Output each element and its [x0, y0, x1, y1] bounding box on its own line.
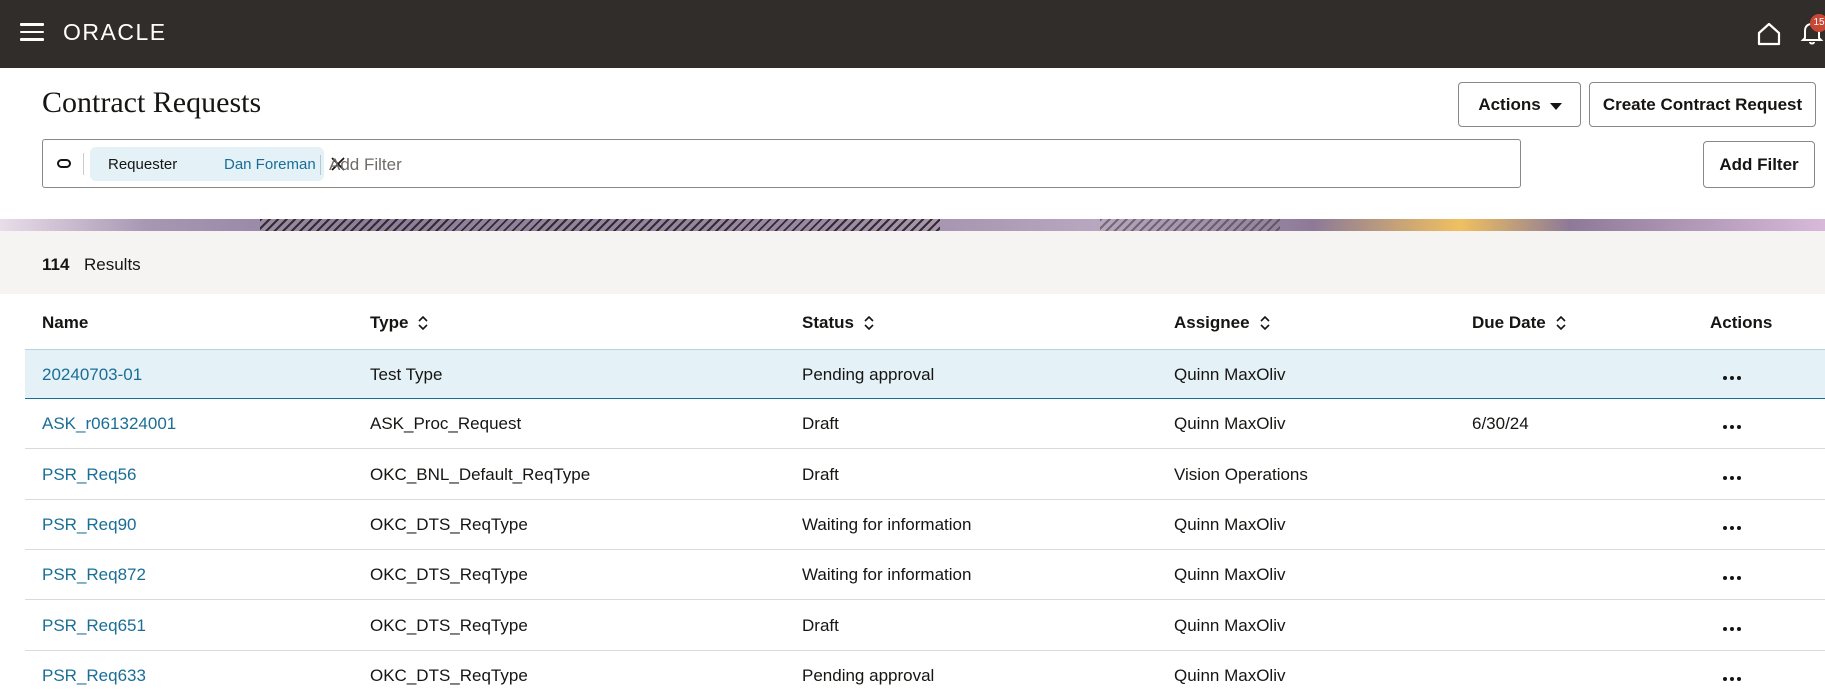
column-header-label: Assignee — [1174, 313, 1250, 332]
request-name-link[interactable]: PSR_Req872 — [42, 565, 146, 585]
status-cell: Draft — [802, 465, 839, 484]
more-actions-icon[interactable] — [1723, 567, 1745, 580]
due-date-cell: 6/30/24 — [1472, 414, 1529, 433]
page-title: Contract Requests — [42, 86, 262, 119]
request-name-link[interactable]: PSR_Req56 — [42, 465, 137, 485]
column-header-label: Actions — [1710, 313, 1773, 332]
filter-bar: Requester Dan Foreman — [42, 139, 1521, 188]
column-header-due-date[interactable]: Due Date — [1472, 313, 1566, 333]
more-actions-icon[interactable] — [1723, 467, 1745, 480]
status-cell: Draft — [802, 414, 839, 433]
type-cell: OKC_BNL_Default_ReqType — [370, 465, 591, 484]
actions-button-label: Actions — [1478, 94, 1541, 114]
table-row[interactable]: PSR_Req56 OKC_BNL_Default_ReqType Draft … — [25, 450, 1825, 500]
results-bar: 114 Results — [0, 231, 1825, 294]
more-actions-icon[interactable] — [1723, 367, 1745, 380]
filter-chip-value: Dan Foreman — [224, 156, 316, 173]
create-contract-request-button[interactable]: Create Contract Request — [1589, 82, 1816, 127]
type-cell: OKC_DTS_ReqType — [370, 515, 528, 534]
status-cell: Waiting for information — [802, 515, 972, 534]
results-count: 114 — [42, 255, 70, 274]
column-header-type[interactable]: Type — [370, 313, 428, 333]
sort-icon[interactable] — [1556, 316, 1566, 330]
column-header-status[interactable]: Status — [802, 313, 874, 333]
results-label: Results — [84, 255, 141, 274]
request-name-link[interactable]: PSR_Req651 — [42, 616, 146, 636]
divider — [320, 155, 321, 175]
table-row[interactable]: PSR_Req90 OKC_DTS_ReqType Waiting for in… — [25, 500, 1825, 550]
assignee-cell: Quinn MaxOliv — [1174, 365, 1286, 384]
add-filter-input[interactable] — [327, 148, 1511, 182]
type-cell: Test Type — [370, 365, 443, 384]
actions-button[interactable]: Actions — [1458, 82, 1581, 127]
decorative-banner — [0, 219, 1825, 231]
assignee-cell: Quinn MaxOliv — [1174, 666, 1286, 685]
add-filter-button[interactable]: Add Filter — [1703, 141, 1815, 188]
table-row[interactable]: PSR_Req633 OKC_DTS_ReqType Pending appro… — [25, 651, 1825, 699]
column-header-label: Due Date — [1472, 313, 1546, 332]
top-bar: ORACLE 15 — [0, 0, 1825, 68]
chevron-down-icon — [1550, 103, 1562, 110]
filter-chip-label: Requester — [108, 156, 178, 173]
column-header-label: Status — [802, 313, 854, 332]
table-row[interactable]: PSR_Req651 OKC_DTS_ReqType Draft Quinn M… — [25, 601, 1825, 651]
filter-chip-requester[interactable]: Requester Dan Foreman — [90, 147, 345, 181]
assignee-cell: Quinn MaxOliv — [1174, 414, 1286, 433]
sort-icon[interactable] — [864, 316, 874, 330]
column-header-actions: Actions — [1710, 313, 1772, 333]
request-name-link[interactable]: PSR_Req633 — [42, 666, 146, 686]
request-name-link[interactable]: ASK_r061324001 — [42, 414, 176, 434]
assignee-cell: Vision Operations — [1174, 465, 1308, 484]
oracle-logo[interactable]: ORACLE — [63, 19, 167, 46]
assignee-cell: Quinn MaxOliv — [1174, 616, 1286, 635]
status-cell: Draft — [802, 616, 839, 635]
menu-icon[interactable] — [20, 23, 44, 43]
divider — [83, 153, 84, 175]
notification-badge[interactable]: 15 — [1810, 14, 1825, 32]
assignee-cell: Quinn MaxOliv — [1174, 515, 1286, 534]
more-actions-icon[interactable] — [1723, 517, 1745, 530]
request-name-link[interactable]: PSR_Req90 — [42, 515, 137, 535]
column-header-label: Type — [370, 313, 409, 332]
table-row[interactable]: ASK_r061324001 ASK_Proc_Request Draft Qu… — [25, 399, 1825, 449]
status-cell: Waiting for information — [802, 565, 972, 584]
column-header-name: Name — [42, 313, 88, 333]
column-header-label: Name — [42, 313, 89, 332]
type-cell: OKC_DTS_ReqType — [370, 666, 528, 685]
assignee-cell: Quinn MaxOliv — [1174, 565, 1286, 584]
home-icon[interactable] — [1755, 20, 1783, 48]
more-actions-icon[interactable] — [1723, 668, 1745, 681]
column-header-assignee[interactable]: Assignee — [1174, 313, 1270, 333]
type-cell: ASK_Proc_Request — [370, 414, 522, 433]
more-actions-icon[interactable] — [1723, 618, 1745, 631]
table-row[interactable]: 20240703-01 Test Type Pending approval Q… — [25, 349, 1825, 399]
filter-toggle-icon[interactable] — [57, 159, 71, 168]
type-cell: OKC_DTS_ReqType — [370, 616, 528, 635]
table-row[interactable]: PSR_Req872 OKC_DTS_ReqType Waiting for i… — [25, 550, 1825, 600]
more-actions-icon[interactable] — [1723, 416, 1745, 429]
type-cell: OKC_DTS_ReqType — [370, 565, 528, 584]
sort-icon[interactable] — [418, 316, 428, 330]
sort-icon[interactable] — [1260, 316, 1270, 330]
status-cell: Pending approval — [802, 666, 935, 685]
request-name-link[interactable]: 20240703-01 — [42, 365, 142, 385]
status-cell: Pending approval — [802, 365, 935, 384]
